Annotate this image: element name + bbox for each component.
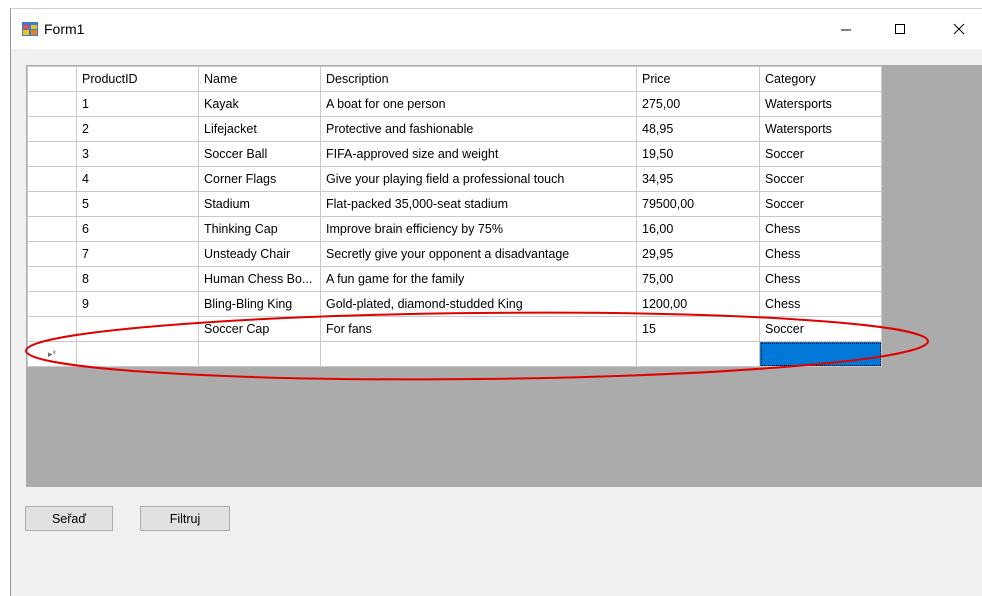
filter-button[interactable]: Filtruj [140, 506, 230, 531]
row-header[interactable] [27, 141, 77, 167]
cell-name[interactable]: Lifejacket [198, 116, 321, 142]
cell-category[interactable]: Soccer [759, 141, 882, 167]
column-header-name[interactable]: Name [198, 66, 321, 92]
top-left-header-cell[interactable] [27, 66, 77, 92]
cell-productid[interactable]: 3 [76, 141, 199, 167]
cell-name[interactable]: Thinking Cap [198, 216, 321, 242]
cell-description[interactable]: Gold-plated, diamond-studded King [320, 291, 637, 317]
table-row: 8 Human Chess Bo... A fun game for the f… [27, 266, 882, 292]
cell-category[interactable]: Soccer [759, 166, 882, 192]
row-header[interactable] [27, 266, 77, 292]
form-window: Form1 ProductID Name Description Price C… [10, 8, 982, 596]
cell-name[interactable]: Human Chess Bo... [198, 266, 321, 292]
cell-price[interactable]: 34,95 [636, 166, 760, 192]
cell-category[interactable]: Soccer [759, 191, 882, 217]
new-cell-description[interactable] [320, 341, 637, 367]
cell-description[interactable]: Protective and fashionable [320, 116, 637, 142]
cell-productid[interactable]: 6 [76, 216, 199, 242]
cell-description[interactable]: Give your playing field a professional t… [320, 166, 637, 192]
title-bar[interactable]: Form1 [11, 9, 982, 49]
header-row: ProductID Name Description Price Categor… [27, 66, 882, 92]
row-header[interactable] [27, 91, 77, 117]
cell-description[interactable]: Improve brain efficiency by 75% [320, 216, 637, 242]
row-header[interactable] [27, 166, 77, 192]
column-header-price[interactable]: Price [636, 66, 760, 92]
column-header-category[interactable]: Category [759, 66, 882, 92]
table-row: 7 Unsteady Chair Secretly give your oppo… [27, 241, 882, 267]
cell-name[interactable]: Kayak [198, 91, 321, 117]
close-button[interactable] [936, 9, 982, 49]
cell-name[interactable]: Corner Flags [198, 166, 321, 192]
new-row-indicator[interactable]: ▸* [27, 341, 77, 367]
new-cell-category-selected[interactable] [759, 341, 882, 367]
table-row: 1 Kayak A boat for one person 275,00 Wat… [27, 91, 882, 117]
cell-productid[interactable]: 4 [76, 166, 199, 192]
cell-description[interactable]: For fans [320, 316, 637, 342]
cell-name[interactable]: Stadium [198, 191, 321, 217]
table-row: 4 Corner Flags Give your playing field a… [27, 166, 882, 192]
cell-price[interactable]: 275,00 [636, 91, 760, 117]
minimize-icon [841, 29, 851, 31]
cell-price[interactable]: 29,95 [636, 241, 760, 267]
cell-productid[interactable]: 5 [76, 191, 199, 217]
cell-description[interactable]: FIFA-approved size and weight [320, 141, 637, 167]
cell-productid[interactable]: 1 [76, 91, 199, 117]
cell-price[interactable]: 48,95 [636, 116, 760, 142]
products-table: ProductID Name Description Price Categor… [27, 66, 882, 367]
window-title: Form1 [44, 21, 85, 37]
cell-category[interactable]: Chess [759, 216, 882, 242]
cell-name[interactable]: Bling-Bling King [198, 291, 321, 317]
table-row: 2 Lifejacket Protective and fashionable … [27, 116, 882, 142]
new-row: ▸* [27, 341, 882, 367]
table-row: 5 Stadium Flat-packed 35,000-seat stadiu… [27, 191, 882, 217]
cell-price[interactable]: 79500,00 [636, 191, 760, 217]
column-header-productid[interactable]: ProductID [76, 66, 199, 92]
cell-price[interactable]: 19,50 [636, 141, 760, 167]
table-row: 9 Bling-Bling King Gold-plated, diamond-… [27, 291, 882, 317]
row-header[interactable] [27, 291, 77, 317]
cell-description[interactable]: Flat-packed 35,000-seat stadium [320, 191, 637, 217]
cell-productid[interactable]: 2 [76, 116, 199, 142]
column-header-description[interactable]: Description [320, 66, 637, 92]
products-data-grid[interactable]: ProductID Name Description Price Categor… [26, 65, 982, 487]
row-header[interactable] [27, 316, 77, 342]
new-cell-price[interactable] [636, 341, 760, 367]
close-icon [953, 23, 965, 35]
cell-productid[interactable] [76, 316, 199, 342]
cell-name[interactable]: Unsteady Chair [198, 241, 321, 267]
cell-productid[interactable]: 9 [76, 291, 199, 317]
row-header[interactable] [27, 191, 77, 217]
new-cell-name[interactable] [198, 341, 321, 367]
cell-price[interactable]: 15 [636, 316, 760, 342]
cell-description[interactable]: A fun game for the family [320, 266, 637, 292]
cell-category[interactable]: Chess [759, 266, 882, 292]
maximize-icon [895, 24, 905, 34]
cell-category[interactable]: Watersports [759, 116, 882, 142]
cell-description[interactable]: A boat for one person [320, 91, 637, 117]
cell-category[interactable]: Chess [759, 291, 882, 317]
maximize-button[interactable] [877, 9, 923, 49]
row-header[interactable] [27, 241, 77, 267]
form-app-icon [22, 22, 38, 36]
minimize-button[interactable] [823, 9, 869, 49]
cell-productid[interactable]: 8 [76, 266, 199, 292]
cell-category[interactable]: Watersports [759, 91, 882, 117]
cell-price[interactable]: 75,00 [636, 266, 760, 292]
table-row: 6 Thinking Cap Improve brain efficiency … [27, 216, 882, 242]
table-row: 3 Soccer Ball FIFA-approved size and wei… [27, 141, 882, 167]
cell-name[interactable]: Soccer Cap [198, 316, 321, 342]
cell-price[interactable]: 1200,00 [636, 291, 760, 317]
sort-button[interactable]: Seřaď [25, 506, 113, 531]
cell-productid[interactable]: 7 [76, 241, 199, 267]
cell-category[interactable]: Chess [759, 241, 882, 267]
cell-price[interactable]: 16,00 [636, 216, 760, 242]
row-header[interactable] [27, 216, 77, 242]
table-row: Soccer Cap For fans 15 Soccer [27, 316, 882, 342]
new-cell-productid[interactable] [76, 341, 199, 367]
cell-description[interactable]: Secretly give your opponent a disadvanta… [320, 241, 637, 267]
cell-name[interactable]: Soccer Ball [198, 141, 321, 167]
row-header[interactable] [27, 116, 77, 142]
cell-category[interactable]: Soccer [759, 316, 882, 342]
